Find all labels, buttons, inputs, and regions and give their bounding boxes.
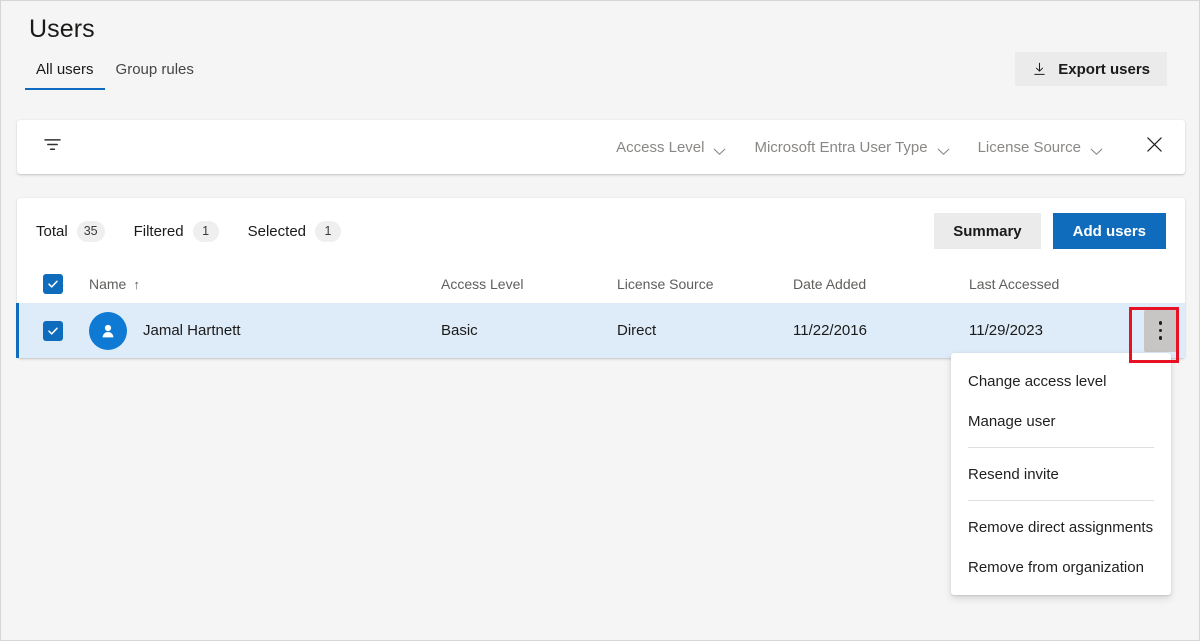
kebab-dot — [1159, 329, 1163, 333]
filter-license-source-label: License Source — [978, 139, 1081, 156]
menu-item-manage-user[interactable]: Manage user — [951, 401, 1171, 441]
stat-selected-label: Selected — [248, 223, 306, 240]
kebab-dot — [1159, 321, 1163, 325]
stat-total-label: Total — [36, 223, 68, 240]
export-users-label: Export users — [1058, 61, 1150, 78]
filter-bar: Access Level Microsoft Entra User Type L… — [17, 120, 1185, 174]
select-all-checkbox[interactable] — [43, 274, 63, 294]
column-header-last-accessed[interactable]: Last Accessed — [969, 276, 1144, 292]
tab-list: All users Group rules — [25, 59, 205, 90]
menu-item-change-access-level[interactable]: Change access level — [951, 361, 1171, 401]
cell-date-added: 11/22/2016 — [793, 322, 969, 339]
row-checkbox-cell — [43, 321, 89, 341]
menu-separator — [968, 500, 1154, 501]
filter-icon — [43, 137, 62, 157]
row-context-menu: Change access level Manage user Resend i… — [951, 353, 1171, 595]
filter-dropdowns: Access Level Microsoft Entra User Type L… — [602, 133, 1117, 162]
user-name-label: Jamal Hartnett — [143, 322, 241, 339]
export-users-button[interactable]: Export users — [1015, 52, 1167, 86]
users-table-card: Total 35 Filtered 1 Selected 1 Summary A… — [17, 198, 1185, 358]
stat-filtered: Filtered 1 — [134, 221, 219, 242]
cell-last-accessed: 11/29/2023 — [969, 322, 1144, 339]
close-icon — [1146, 136, 1163, 158]
stat-selected-count: 1 — [315, 221, 341, 242]
clear-filters-button[interactable] — [1137, 130, 1171, 164]
tab-group-rules[interactable]: Group rules — [105, 59, 205, 90]
menu-separator — [968, 447, 1154, 448]
stat-total: Total 35 — [36, 221, 105, 242]
chevron-down-icon — [1090, 143, 1103, 151]
cell-user-name: Jamal Hartnett — [89, 312, 441, 350]
sort-ascending-icon: ↑ — [133, 277, 140, 292]
menu-item-resend-invite[interactable]: Resend invite — [951, 454, 1171, 494]
filter-entra-user-type[interactable]: Microsoft Entra User Type — [740, 133, 963, 162]
table-header-row: Name ↑ Access Level License Source Date A… — [17, 264, 1185, 303]
row-select-checkbox[interactable] — [43, 321, 63, 341]
stat-selected: Selected 1 — [248, 221, 341, 242]
cell-license-source: Direct — [617, 322, 793, 339]
chevron-down-icon — [713, 143, 726, 151]
filter-icon-button[interactable] — [39, 134, 65, 160]
filter-access-level[interactable]: Access Level — [602, 133, 740, 162]
filter-entra-user-type-label: Microsoft Entra User Type — [754, 139, 927, 156]
avatar — [89, 312, 127, 350]
table-row[interactable]: Jamal Hartnett Basic Direct 11/22/2016 1… — [17, 303, 1185, 358]
tab-all-users[interactable]: All users — [25, 59, 105, 90]
menu-item-remove-from-organization[interactable]: Remove from organization — [951, 547, 1171, 587]
select-all-checkbox-cell — [43, 274, 89, 294]
users-page: Users All users Group rules Export users — [0, 0, 1200, 641]
table-toolbar: Total 35 Filtered 1 Selected 1 Summary A… — [17, 198, 1185, 264]
tab-all-users-label: All users — [36, 61, 94, 78]
summary-button[interactable]: Summary — [934, 213, 1040, 249]
chevron-down-icon — [937, 143, 950, 151]
column-header-name-label: Name — [89, 276, 126, 292]
stat-filtered-label: Filtered — [134, 223, 184, 240]
stat-total-count: 35 — [77, 221, 105, 242]
more-vertical-icon[interactable] — [1144, 310, 1177, 352]
download-icon — [1032, 62, 1047, 77]
page-title: Users — [29, 15, 95, 44]
column-header-access-level[interactable]: Access Level — [441, 276, 617, 292]
column-header-name[interactable]: Name ↑ — [89, 276, 441, 292]
filter-license-source[interactable]: License Source — [964, 133, 1117, 162]
menu-item-remove-direct-assignments[interactable]: Remove direct assignments — [951, 507, 1171, 547]
column-header-license-source[interactable]: License Source — [617, 276, 793, 292]
add-users-button[interactable]: Add users — [1053, 213, 1166, 249]
kebab-dot — [1159, 336, 1163, 340]
column-header-date-added[interactable]: Date Added — [793, 276, 969, 292]
filter-access-level-label: Access Level — [616, 139, 704, 156]
cell-access-level: Basic — [441, 322, 617, 339]
cell-row-actions — [1144, 310, 1199, 352]
tab-group-rules-label: Group rules — [116, 61, 194, 78]
stat-filtered-count: 1 — [193, 221, 219, 242]
